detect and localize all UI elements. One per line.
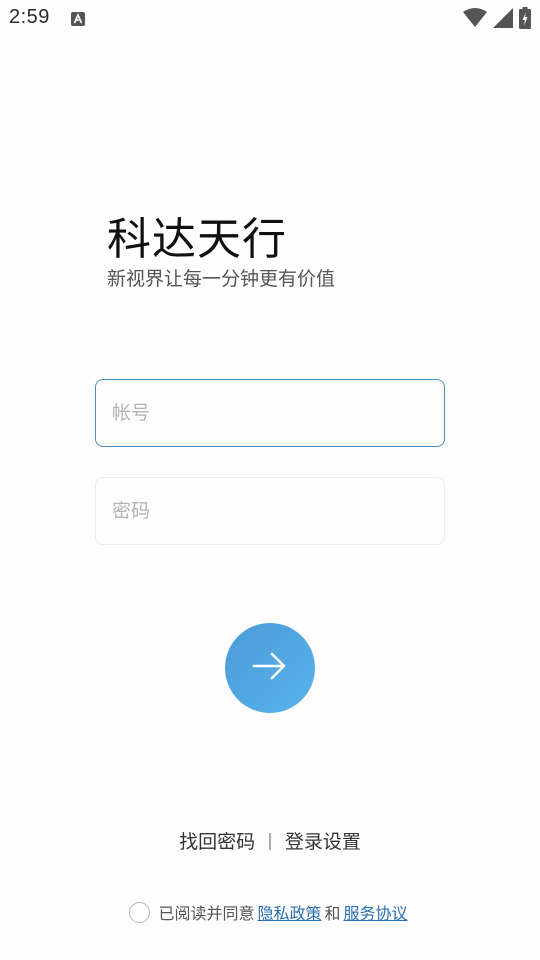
- service-agreement-link[interactable]: 服务协议: [344, 900, 408, 924]
- wifi-icon: [463, 8, 487, 28]
- password-field-container: [95, 477, 445, 545]
- status-time: 2:59: [9, 6, 50, 28]
- privacy-policy-link[interactable]: 隐私政策: [257, 900, 321, 924]
- arrow-right-icon: [250, 646, 290, 690]
- a-letter-icon: [71, 11, 85, 26]
- app-slogan: 新视界让每一分钟更有价值: [107, 268, 336, 290]
- password-input[interactable]: [96, 478, 444, 544]
- login-button[interactable]: [225, 623, 315, 713]
- status-icons: [463, 7, 531, 29]
- agreement-checkbox[interactable]: [129, 901, 151, 923]
- cell-signal-icon: [493, 8, 513, 28]
- status-bar: 2:59: [0, 0, 540, 38]
- app-title: 科达天行: [107, 214, 287, 265]
- agreement-prefix: 已阅读并同意: [158, 904, 255, 923]
- account-input[interactable]: [96, 380, 444, 446]
- bottom-links: 找回密码 | 登录设置: [0, 827, 540, 854]
- agreement-and: 和: [324, 904, 341, 923]
- account-field-container: [95, 379, 445, 447]
- battery-charging-icon: [519, 7, 531, 29]
- recover-password-link[interactable]: 找回密码: [179, 827, 255, 854]
- login-settings-link[interactable]: 登录设置: [285, 827, 361, 854]
- agreement-row: 已阅读并同意 隐私政策 和 服务协议: [0, 900, 540, 924]
- links-separator: |: [267, 830, 273, 851]
